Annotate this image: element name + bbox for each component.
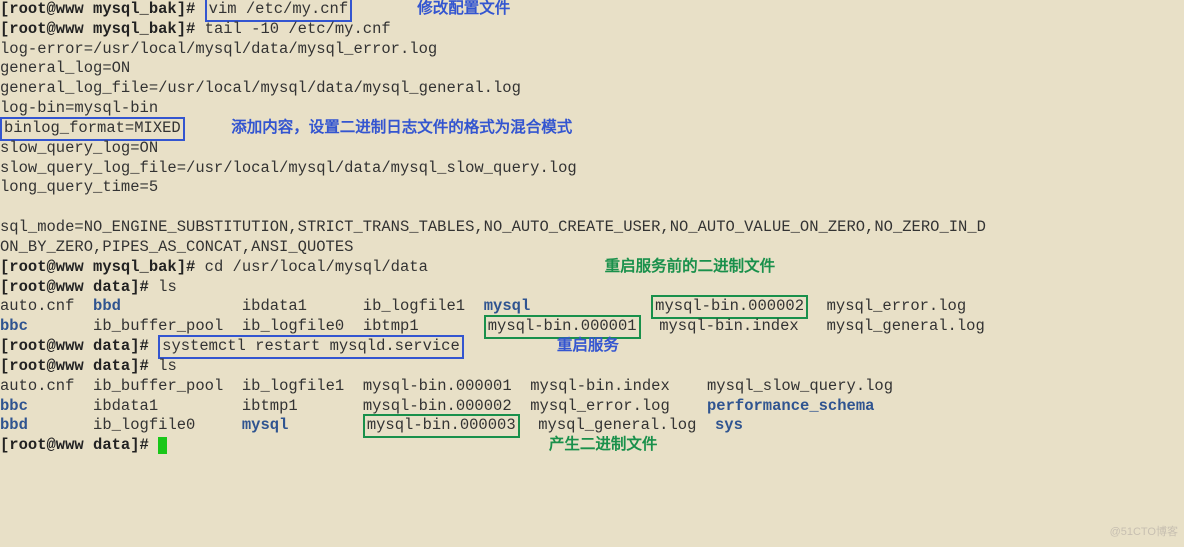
watermark: @51CTO博客: [1110, 525, 1178, 539]
cnf-line: slow_query_log=ON: [0, 139, 1184, 159]
dir: bbc: [0, 397, 28, 415]
file: ibtmp1: [242, 397, 298, 415]
annot-gen-bin: 产生二进制文件: [549, 436, 658, 454]
terminal-line: [root@www mysql_bak]# cd /usr/local/mysq…: [0, 258, 1184, 278]
annot-restart: 重启服务: [557, 337, 619, 355]
dir: bbc: [0, 317, 28, 335]
ls-cmd: ls: [158, 357, 177, 375]
terminal-line: [root@www data]# ls: [0, 357, 1184, 377]
cnf-line: long_query_time=5: [0, 178, 1184, 198]
ls-row: bbd ib_logfile0 mysql mysql-bin.000003 m…: [0, 416, 1184, 436]
bin-000001-box[interactable]: mysql-bin.000001: [484, 315, 641, 339]
cd-cmd: cd /usr/local/mysql/data: [205, 258, 428, 276]
file: mysql-bin.index: [530, 377, 670, 395]
file: ib_logfile0: [242, 317, 344, 335]
dir: bbd: [0, 416, 28, 434]
prompt: [root@www data]#: [0, 278, 158, 296]
cnf-line: slow_query_log_file=/usr/local/mysql/dat…: [0, 159, 1184, 179]
ls-cmd: ls: [158, 278, 177, 296]
file: mysql_error.log: [827, 297, 967, 315]
annot-add-mixed: 添加内容，设置二进制日志文件的格式为混合模式: [231, 119, 572, 137]
file: ibtmp1: [363, 317, 419, 335]
file: mysql_error.log: [530, 397, 670, 415]
file: auto.cnf: [0, 297, 74, 315]
dir: sys: [715, 416, 743, 434]
prompt: [root@www data]#: [0, 436, 158, 454]
prompt: [root@www data]#: [0, 337, 158, 355]
terminal-line: [root@www data]# ls: [0, 278, 1184, 298]
cnf-line: sql_mode=NO_ENGINE_SUBSTITUTION,STRICT_T…: [0, 218, 1184, 238]
annot-edit-conf: 修改配置文件: [417, 0, 510, 18]
terminal-line: [root@www mysql_bak]# tail -10 /etc/my.c…: [0, 20, 1184, 40]
file: ib_logfile1: [242, 377, 344, 395]
terminal-line: [root@www data]# systemctl restart mysql…: [0, 337, 1184, 357]
dir: mysql: [484, 297, 531, 315]
file: ib_logfile1: [363, 297, 465, 315]
bin-000002-box[interactable]: mysql-bin.000002: [651, 295, 808, 319]
file: mysql_general.log: [827, 317, 985, 335]
terminal-line: [root@www mysql_bak]# vim /etc/my.cnf 修改…: [0, 0, 1184, 20]
tail-cmd: tail -10 /etc/my.cnf: [205, 20, 391, 38]
file: ib_logfile0: [93, 416, 195, 434]
bin-000003-box[interactable]: mysql-bin.000003: [363, 414, 520, 438]
cnf-line: log-error=/usr/local/mysql/data/mysql_er…: [0, 40, 1184, 60]
dir: performance_schema: [707, 397, 874, 415]
file: ib_buffer_pool: [93, 317, 223, 335]
file: ib_buffer_pool: [93, 377, 223, 395]
terminal-line: [0, 198, 1184, 218]
file: ibdata1: [242, 297, 307, 315]
prompt: [root@www data]#: [0, 357, 158, 375]
vim-cmd-box[interactable]: vim /etc/my.cnf: [205, 0, 353, 22]
file: mysql-bin.index: [659, 317, 799, 335]
prompt: [root@www mysql_bak]#: [0, 20, 205, 38]
ls-row: bbc ibdata1 ibtmp1 mysql-bin.000002 mysq…: [0, 397, 1184, 417]
restart-cmd-box[interactable]: systemctl restart mysqld.service: [158, 335, 464, 359]
cnf-line: general_log=ON: [0, 59, 1184, 79]
cursor[interactable]: [158, 437, 167, 454]
terminal-line: binlog_format=MIXED 添加内容，设置二进制日志文件的格式为混合…: [0, 119, 1184, 139]
ls-row: auto.cnf ib_buffer_pool ib_logfile1 mysq…: [0, 377, 1184, 397]
prompt: [root@www mysql_bak]#: [0, 0, 205, 18]
dir: mysql: [242, 416, 289, 434]
file: auto.cnf: [0, 377, 74, 395]
prompt: [root@www mysql_bak]#: [0, 258, 205, 276]
file: mysql_general.log: [538, 416, 696, 434]
file: ibdata1: [93, 397, 158, 415]
cnf-line: ON_BY_ZERO,PIPES_AS_CONCAT,ANSI_QUOTES: [0, 238, 1184, 258]
cnf-line: general_log_file=/usr/local/mysql/data/m…: [0, 79, 1184, 99]
binlog-format-box[interactable]: binlog_format=MIXED: [0, 117, 185, 141]
file: mysql-bin.000001: [363, 377, 512, 395]
terminal-line: [root@www data]# 产生二进制文件: [0, 436, 1184, 456]
annot-before-bin: 重启服务前的二进制文件: [605, 258, 776, 276]
file: mysql_slow_query.log: [707, 377, 893, 395]
dir: bbd: [93, 297, 121, 315]
file: mysql-bin.000002: [363, 397, 512, 415]
